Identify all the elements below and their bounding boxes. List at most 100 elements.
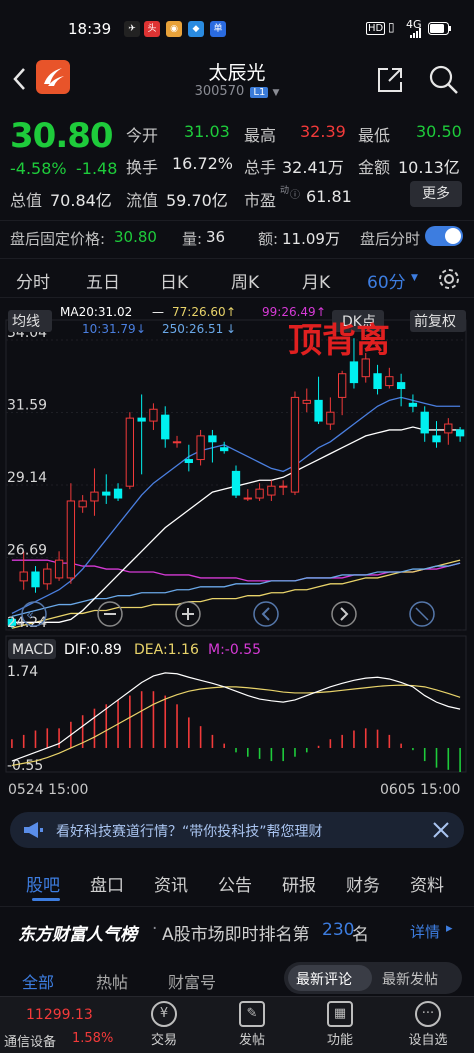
candle-body (444, 423, 453, 434)
tab-monthly-k[interactable]: 月K (302, 268, 330, 293)
open-value: 31.03 (184, 122, 230, 141)
candle-body (361, 358, 370, 378)
tab-finance[interactable]: 财务 (346, 871, 380, 896)
share-icon[interactable] (376, 66, 404, 94)
candle-body (90, 491, 99, 502)
collapse-left-icon: « (26, 608, 34, 623)
promo-banner[interactable]: 看好科技赛道行情？“带你投科技”帮您理财 (10, 812, 464, 848)
pan-right-chevron (340, 607, 349, 621)
indicator-selector-label: MACD (12, 642, 54, 658)
app-notification-icon: 单 (210, 21, 226, 37)
index-value: 11299.13 (26, 1007, 93, 1023)
banner-text: 看好科技赛道行情？“带你投科技”帮您理财 (56, 824, 323, 840)
mktcap-value: 70.84亿 (50, 191, 112, 210)
dea-line (11, 684, 461, 767)
signal-icon (410, 28, 421, 38)
mktcap-label: 总值 (10, 191, 43, 210)
dif-line (11, 672, 461, 762)
candle-body (420, 411, 429, 434)
tab-profile[interactable]: 资料 (410, 871, 444, 896)
candle-body (243, 497, 252, 500)
after-vol-value: 36 (206, 228, 226, 246)
candle-body (302, 399, 311, 404)
nav-post[interactable]: ✎ 发帖 (222, 1001, 282, 1048)
after-hours-toggle[interactable] (425, 226, 463, 246)
dropdown-icon[interactable]: ▼ (272, 88, 279, 98)
ma-selector-label: 均线 (12, 314, 40, 330)
filter-all[interactable]: 全部 (22, 969, 54, 993)
search-icon[interactable] (428, 64, 460, 96)
volume-label: 总手 (244, 158, 277, 177)
ma77-line (11, 559, 461, 629)
tab-order-book[interactable]: 盘口 (90, 871, 124, 896)
y-tick-label: 29.14 (7, 470, 47, 486)
m-legend: M:-0.55 (208, 642, 261, 658)
grid-icon: ▦ (327, 1001, 353, 1027)
candle-body (231, 470, 241, 496)
pe-sup: 动 (280, 186, 290, 196)
tab-research[interactable]: 研报 (282, 871, 316, 896)
high-label: 最高 (244, 126, 277, 145)
ma20-line (11, 426, 461, 623)
tab-weekly-k[interactable]: 周K (231, 268, 259, 293)
sort-latest-comment[interactable]: 最新评论 (296, 969, 352, 989)
dif-legend: DIF:0.89 (64, 642, 122, 658)
amount-value: 10.13亿 (398, 158, 460, 177)
ma250-down-icon: ↓ (226, 322, 236, 336)
period-dropdown-icon[interactable]: ▼ (411, 273, 418, 283)
after-vol-label: 量: (182, 230, 203, 248)
index-name: 通信设备 (4, 1035, 57, 1050)
megaphone-icon (24, 822, 43, 838)
change-percent: -4.58% (10, 159, 67, 178)
filter-hot[interactable]: 热帖 (96, 969, 128, 993)
index-ticker[interactable]: 11299.13 通信设备 1.58% (0, 997, 118, 1053)
sort-toggle: 最新评论 最新发帖 (284, 962, 462, 994)
divergence-annotation: 顶背离 (288, 321, 390, 361)
rank-detail-link[interactable]: 详情 (410, 921, 440, 942)
index-percent: 1.58% (72, 1031, 114, 1046)
hd-icon: HD (366, 22, 386, 35)
ma99-up-icon: ↑ (316, 305, 326, 319)
more-button[interactable]: 更多 (410, 181, 462, 207)
tab-daily-k[interactable]: 日K (160, 268, 188, 293)
low-value: 30.50 (416, 122, 462, 141)
tab-guba[interactable]: 股吧 (26, 871, 60, 896)
candle-body (172, 441, 182, 444)
date-end-label: 0605 15:00 (380, 782, 460, 798)
content-tabs: 股吧 盘口 资讯 公告 研报 财务 资料 (0, 860, 474, 904)
candle-body (337, 373, 347, 398)
close-icon[interactable] (432, 821, 450, 839)
nav-trade[interactable]: ¥ 交易 (134, 1001, 194, 1048)
volume-value: 32.41万 (282, 158, 344, 177)
nav-functions[interactable]: ▦ 功能 (310, 1001, 370, 1048)
kline-chart[interactable]: 34.0431.5929.1426.6924.24 1.74-0.55 均线 M… (0, 300, 474, 805)
nav-add-watchlist[interactable]: ··· 设自选 (398, 1001, 458, 1048)
ma250-legend: 250:26.51 (162, 322, 223, 336)
candle-body (314, 399, 323, 422)
tab-intraday[interactable]: 分时 (16, 268, 50, 293)
candle-body (385, 376, 394, 387)
after-price-value: 30.80 (114, 228, 157, 246)
low-label: 最低 (358, 126, 391, 145)
pan-left-icon[interactable] (253, 601, 279, 627)
adjust-label: 前复权 (414, 313, 456, 330)
tab-60min[interactable]: 60分 (367, 268, 406, 293)
date-start-label: 0524 15:00 (8, 782, 88, 798)
candle-body (66, 500, 76, 579)
float-cap-label: 流值 (126, 191, 159, 210)
info-icon[interactable]: ⓘ (290, 186, 300, 201)
nav-trade-label: 交易 (150, 1033, 177, 1048)
after-hours-row: 盘后固定价格: 30.80 量: 36 额: 11.09万 盘后分时 (0, 220, 474, 252)
tab-five-day[interactable]: 五日 (86, 268, 120, 293)
candle-body (279, 485, 288, 488)
candle-body (432, 435, 441, 443)
settings-gear-icon[interactable] (437, 267, 461, 291)
tab-announcements[interactable]: 公告 (218, 871, 252, 896)
pan-right-icon[interactable] (331, 601, 357, 627)
nav-add-watchlist-label: 设自选 (408, 1033, 448, 1048)
popularity-rank-row[interactable]: 东方财富人气榜 · A股市场即时排名第 230 名 详情 ▸ (0, 906, 474, 954)
sort-latest-post[interactable]: 最新发帖 (382, 969, 438, 989)
turnover-value: 16.72% (172, 154, 234, 173)
filter-wealth[interactable]: 财富号 (168, 969, 216, 993)
tab-news[interactable]: 资讯 (154, 871, 188, 896)
